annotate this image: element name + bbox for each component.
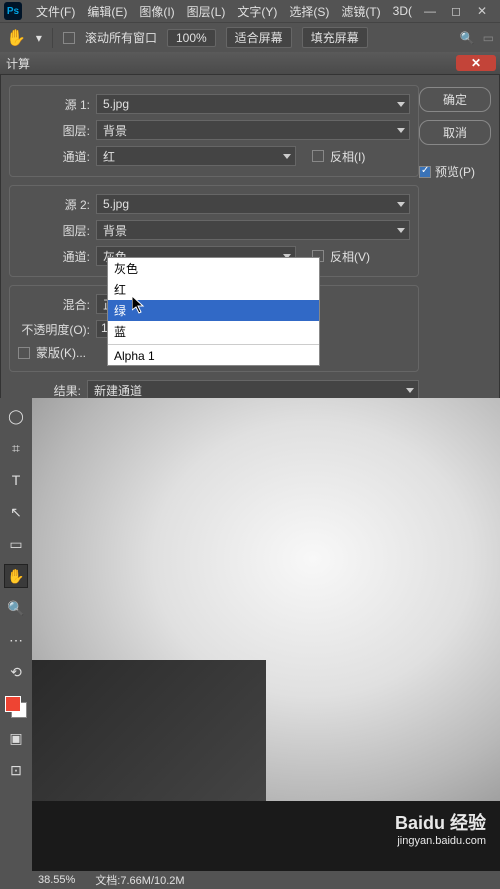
color-swatches[interactable]: [5, 696, 27, 718]
source1-group: 源 1: 5.jpg 图层: 背景 通道: 红 反相(I): [9, 85, 419, 177]
hand-tool-icon[interactable]: ✋: [4, 564, 28, 588]
watermark-brand: Baidu 经验: [395, 809, 486, 835]
search-icon[interactable]: 🔍: [460, 31, 475, 45]
src2-layer-select[interactable]: 背景: [96, 220, 410, 240]
quickmask-icon[interactable]: ▣: [4, 726, 28, 750]
menu-edit[interactable]: 编辑(E): [81, 3, 133, 20]
rect-tool-icon[interactable]: ▭: [4, 532, 28, 556]
src2-file-select[interactable]: 5.jpg: [96, 194, 410, 214]
result-label: 结果:: [9, 382, 81, 399]
zoom-tool-icon[interactable]: 🔍: [4, 596, 28, 620]
window-controls: — ◻ ✕: [420, 4, 496, 18]
invert2-label: 反相(V): [330, 248, 370, 265]
src1-channel-select[interactable]: 红: [96, 146, 296, 166]
ps-logo-icon: Ps: [4, 2, 22, 20]
dropdown-option-alpha1[interactable]: Alpha 1: [108, 347, 319, 365]
invert1-label: 反相(I): [330, 148, 365, 165]
preview-label: 预览(P): [435, 163, 475, 180]
fg-color-swatch[interactable]: [5, 696, 21, 712]
edit-toolbar-icon[interactable]: ⟲: [4, 660, 28, 684]
type-tool-icon[interactable]: T: [4, 468, 28, 492]
src2-label: 源 2:: [18, 196, 90, 213]
menu-filter[interactable]: 滤镜(T): [335, 3, 386, 20]
layer1-label: 图层:: [18, 122, 90, 139]
screenmode-icon[interactable]: ⊡: [4, 758, 28, 782]
opacity-label: 不透明度(O):: [18, 321, 90, 338]
menu-type[interactable]: 文字(Y): [231, 3, 283, 20]
dots-icon[interactable]: ⋯: [4, 628, 28, 652]
mask-label: 蒙版(K)...: [36, 344, 86, 361]
hand-tool-icon[interactable]: ✋: [6, 28, 26, 48]
dialog-title: 计算: [6, 55, 30, 72]
src1-label: 源 1:: [18, 96, 90, 113]
dropdown-divider: [108, 344, 319, 345]
fill-screen-button[interactable]: 填充屏幕: [302, 27, 368, 48]
maximize-icon[interactable]: ◻: [446, 4, 466, 18]
scroll-all-label: 滚动所有窗口: [85, 29, 157, 46]
ok-button[interactable]: 确定: [419, 87, 491, 112]
separator: [52, 28, 53, 48]
path-tool-icon[interactable]: ↖: [4, 500, 28, 524]
document-image[interactable]: [32, 398, 500, 801]
menu-layer[interactable]: 图层(L): [181, 3, 232, 20]
lasso-tool-icon[interactable]: ◯: [4, 404, 28, 428]
menu-select[interactable]: 选择(S): [283, 3, 335, 20]
tools-panel: ◯ ⌗ T ↖ ▭ ✋ 🔍 ⋯ ⟲ ▣ ⊡: [0, 398, 32, 889]
cancel-button[interactable]: 取消: [419, 120, 491, 145]
dropdown-option-gray[interactable]: 灰色: [108, 258, 319, 279]
channel1-label: 通道:: [18, 148, 90, 165]
layer2-label: 图层:: [18, 222, 90, 239]
panel-icon[interactable]: ▭: [483, 31, 494, 45]
result-select[interactable]: 新建通道: [87, 380, 419, 400]
minimize-icon[interactable]: —: [420, 4, 440, 18]
dialog-title-bar: 计算 ✕: [0, 52, 500, 74]
watermark: Baidu 经验 jingyan.baidu.com: [395, 809, 486, 847]
cursor-icon: [132, 296, 148, 319]
dropdown-option-blue[interactable]: 蓝: [108, 321, 319, 342]
menu-file[interactable]: 文件(F): [30, 3, 81, 20]
menu-3d[interactable]: 3D(: [387, 4, 418, 18]
canvas-area: Baidu 经验 jingyan.baidu.com 38.55% 文档:7.6…: [32, 398, 500, 889]
dialog-close-button[interactable]: ✕: [456, 55, 496, 71]
options-bar: ✋ ▾ 滚动所有窗口 100% 适合屏幕 填充屏幕 🔍 ▭: [0, 22, 500, 52]
src1-file-select[interactable]: 5.jpg: [96, 94, 410, 114]
status-bar: 38.55% 文档:7.66M/10.2M: [32, 871, 500, 889]
chevron-down-icon[interactable]: ▾: [36, 31, 42, 45]
invert1-checkbox[interactable]: [312, 150, 324, 162]
mask-checkbox[interactable]: [18, 347, 30, 359]
menu-image[interactable]: 图像(I): [133, 3, 180, 20]
zoom-level[interactable]: 38.55%: [38, 874, 75, 886]
crop-tool-icon[interactable]: ⌗: [4, 436, 28, 460]
doc-size: 文档:7.66M/10.2M: [95, 872, 184, 888]
src1-layer-select[interactable]: 背景: [96, 120, 410, 140]
zoom-100-button[interactable]: 100%: [167, 29, 216, 47]
workspace: ◯ ⌗ T ↖ ▭ ✋ 🔍 ⋯ ⟲ ▣ ⊡ Baidu 经验 jingyan.b…: [0, 398, 500, 889]
preview-checkbox[interactable]: [419, 166, 431, 178]
watermark-url: jingyan.baidu.com: [395, 835, 486, 847]
menu-bar: Ps 文件(F) 编辑(E) 图像(I) 图层(L) 文字(Y) 选择(S) 滤…: [0, 0, 500, 22]
fit-screen-button[interactable]: 适合屏幕: [226, 27, 292, 48]
scroll-all-checkbox[interactable]: [63, 32, 75, 44]
close-window-icon[interactable]: ✕: [472, 4, 492, 18]
blend-label: 混合:: [18, 296, 90, 313]
canvas-bottom: Baidu 经验 jingyan.baidu.com: [32, 801, 500, 871]
channel2-label: 通道:: [18, 248, 90, 265]
